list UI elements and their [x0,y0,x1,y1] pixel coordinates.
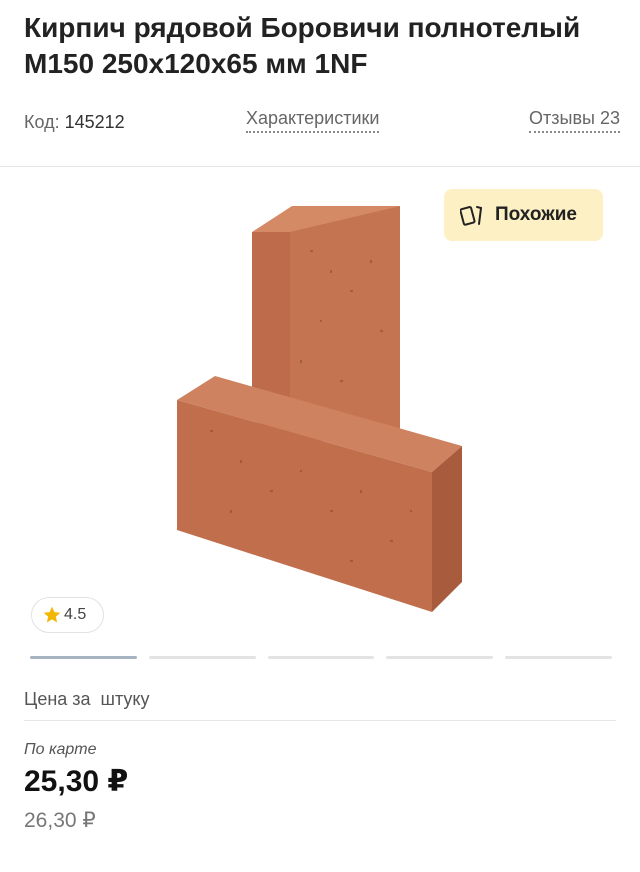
card-price: 25,30 ₽ [24,765,129,798]
reviews-link[interactable]: Отзывы 23 [529,108,620,133]
divider [0,166,640,167]
similar-button-label: Похожие [495,204,577,225]
price-unit-selector[interactable]: Цена за штуку [24,689,150,710]
product-meta-row: Код: 145212 Характеристики Отзывы 23 [24,108,620,138]
price-unit-label: Цена за [24,689,91,709]
product-code: Код: 145212 [24,112,125,133]
gallery-dot-1[interactable] [30,656,137,659]
product-title-line2: М150 250х120х65 мм 1NF [24,48,368,79]
divider [24,720,616,721]
rating-badge[interactable]: 4.5 [31,597,104,633]
similar-button[interactable]: Похожие [444,189,603,241]
characteristics-link[interactable]: Характеристики [246,108,380,133]
product-code-value: 145212 [64,112,125,132]
gallery-pagination [30,656,612,659]
product-code-label: Код: [24,112,60,132]
product-image[interactable] [150,190,490,620]
cards-icon [460,206,483,226]
gallery-dot-5[interactable] [505,656,612,659]
product-title-line1: Кирпич рядовой Боровичи полнотелый [24,12,581,43]
gallery-dot-3[interactable] [267,656,375,659]
price-unit-value: штуку [100,689,150,709]
gallery-dot-2[interactable] [148,656,256,659]
brick-image [177,206,462,612]
gallery-dot-4[interactable] [386,656,494,659]
star-icon [43,606,61,623]
regular-price: 26,30 ₽ [24,809,96,832]
rating-value: 4.5 [64,606,87,623]
card-price-label: По карте [24,741,97,758]
product-title: Кирпич рядовой Боровичи полнотелый М150 … [24,10,624,82]
